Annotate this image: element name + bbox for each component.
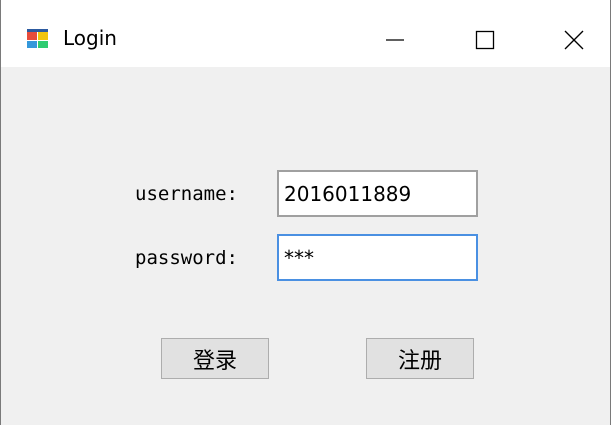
- maximize-icon: [475, 30, 495, 50]
- password-label: password:: [135, 247, 238, 269]
- login-window: Login username: password: 登录 注册: [0, 0, 611, 425]
- username-input[interactable]: [277, 170, 478, 217]
- login-button[interactable]: 登录: [161, 338, 269, 379]
- window-title: Login: [63, 26, 117, 50]
- maximize-button[interactable]: [453, 0, 513, 67]
- register-button[interactable]: 注册: [366, 338, 474, 379]
- username-label: username:: [135, 183, 238, 205]
- close-icon: [564, 30, 584, 50]
- title-bar[interactable]: Login: [1, 0, 610, 67]
- password-input[interactable]: [277, 234, 478, 281]
- minimize-button[interactable]: [363, 0, 423, 67]
- form-client-area: username: password: 登录 注册: [1, 67, 610, 425]
- close-button[interactable]: [543, 0, 603, 67]
- minimize-icon: [386, 39, 404, 41]
- windows-form-icon: [27, 29, 49, 49]
